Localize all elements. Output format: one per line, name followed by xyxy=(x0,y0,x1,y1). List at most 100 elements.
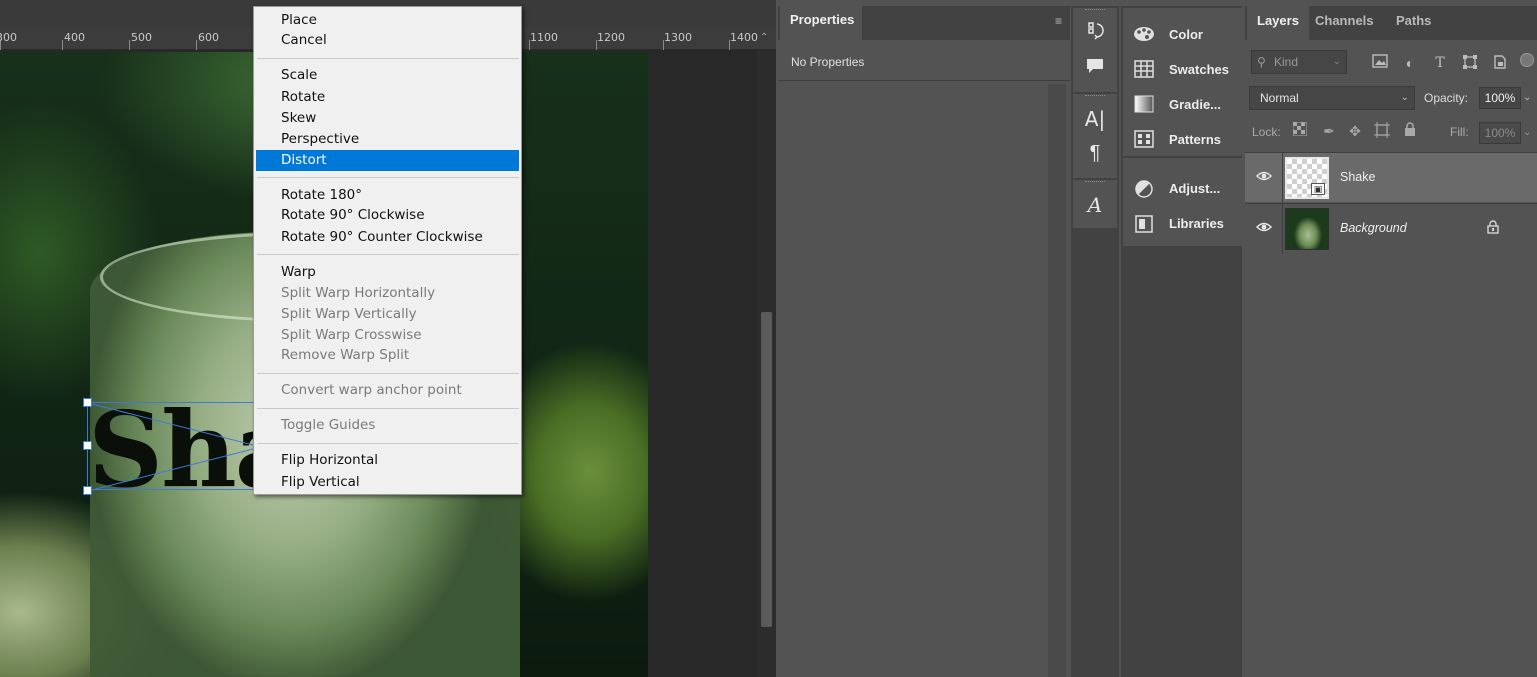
layer-name[interactable]: Shake xyxy=(1340,170,1375,184)
transform-handle-middle-left[interactable] xyxy=(83,441,92,450)
visibility-eye-icon[interactable] xyxy=(1255,170,1273,184)
tab-layers[interactable]: Layers xyxy=(1247,6,1309,40)
transform-handle-top-left[interactable] xyxy=(83,398,92,407)
ruler-label: 1300 xyxy=(664,31,692,44)
menu-item-flip-vertical[interactable]: Flip Vertical xyxy=(256,472,519,493)
menu-item-rotate-180[interactable]: Rotate 180° xyxy=(256,185,519,206)
menu-item-split-warp-vertically: Split Warp Vertically xyxy=(281,306,417,322)
fill-input[interactable]: 100% xyxy=(1479,122,1521,144)
properties-scrollbar[interactable] xyxy=(1048,84,1066,677)
layer-thumbnail[interactable]: ▣ xyxy=(1285,157,1329,199)
divider xyxy=(778,80,1070,81)
layer-thumbnail[interactable] xyxy=(1285,208,1329,250)
layer-name[interactable]: Background xyxy=(1340,221,1407,235)
panel-button-swatches[interactable]: Swatches xyxy=(1123,53,1242,87)
panel-button-color[interactable]: Color xyxy=(1123,18,1242,52)
palette-icon xyxy=(1133,25,1155,45)
panel-button-gradients[interactable]: Gradie... xyxy=(1123,88,1242,122)
menu-separator xyxy=(257,177,519,178)
menu-separator xyxy=(257,254,519,255)
glyphs-icon[interactable]: A xyxy=(1083,192,1107,218)
smart-object-filter-icon[interactable] xyxy=(1491,54,1509,72)
ruler-label: 1400 xyxy=(730,31,758,44)
menu-item-rotate[interactable]: Rotate xyxy=(256,87,519,108)
blend-mode-select[interactable]: Normal ⌄ xyxy=(1249,86,1415,110)
properties-tab-bar: Properties ≡ xyxy=(778,6,1070,40)
panel-menu-icon[interactable]: ≡ xyxy=(1055,14,1062,28)
lock-position-icon[interactable]: ✥ xyxy=(1346,122,1364,140)
menu-item-flip-horizontal[interactable]: Flip Horizontal xyxy=(256,450,519,471)
ruler-label: 400 xyxy=(64,31,85,44)
visibility-eye-icon[interactable] xyxy=(1255,221,1273,235)
lock-transparent-pixels-icon[interactable] xyxy=(1291,121,1309,140)
opacity-dropdown-icon[interactable]: ⌄ xyxy=(1523,87,1537,109)
panel-button-libraries[interactable]: Libraries xyxy=(1123,207,1242,241)
menu-item-skew[interactable]: Skew xyxy=(256,108,519,129)
filter-toggle-switch[interactable] xyxy=(1520,53,1534,67)
grip-icon[interactable] xyxy=(1085,95,1105,98)
tab-paths[interactable]: Paths xyxy=(1386,6,1441,40)
lock-icon[interactable] xyxy=(1485,220,1501,236)
lock-label: Lock: xyxy=(1252,125,1281,139)
panel-label: Color xyxy=(1169,27,1203,42)
type-filter-icon[interactable]: T xyxy=(1431,54,1449,72)
history-icon[interactable] xyxy=(1083,20,1107,46)
icon-group: A| ¶ xyxy=(1073,94,1117,178)
ruler-tick xyxy=(129,40,130,50)
panel-button-adjustments[interactable]: Adjust... xyxy=(1123,172,1242,206)
menu-item-distort[interactable]: Distort xyxy=(256,150,519,171)
grip-icon[interactable] xyxy=(1085,181,1105,184)
gradient-icon xyxy=(1133,95,1155,115)
collapsed-panels-column: Color Swatches Gradie... Patterns Adjust… xyxy=(1121,6,1242,677)
tab-channels[interactable]: Channels xyxy=(1305,6,1384,40)
image-filter-icon[interactable] xyxy=(1371,54,1389,72)
panel-label: Gradie... xyxy=(1169,97,1222,112)
layer-row-shake[interactable]: ▣ Shake xyxy=(1245,152,1537,203)
ruler-label: 500 xyxy=(131,31,152,44)
menu-item-cancel[interactable]: Cancel xyxy=(256,30,519,51)
opacity-input[interactable]: 100% xyxy=(1479,87,1521,109)
menu-item-place[interactable]: Place xyxy=(256,10,519,31)
menu-separator xyxy=(257,443,519,444)
patterns-icon xyxy=(1133,130,1155,150)
chevron-up-icon[interactable]: ⌃ xyxy=(760,32,772,44)
fill-dropdown-icon[interactable]: ⌄ xyxy=(1523,122,1537,144)
menu-item-scale[interactable]: Scale xyxy=(256,65,519,86)
lock-image-pixels-icon[interactable]: ✒ xyxy=(1320,122,1338,140)
layer-row-background[interactable]: Background xyxy=(1245,203,1537,254)
kind-label: Kind xyxy=(1274,55,1299,69)
menu-separator xyxy=(257,58,519,59)
ruler-label: 600 xyxy=(198,31,219,44)
comment-icon[interactable] xyxy=(1083,56,1107,82)
transform-handle-bottom-left[interactable] xyxy=(83,486,92,495)
fill-label: Fill: xyxy=(1450,125,1469,139)
menu-separator xyxy=(257,408,519,409)
layers-panel: Layers Channels Paths ⚲ Kind ⌄ ◐ T Norma… xyxy=(1245,6,1537,677)
adjustment-filter-icon[interactable]: ◐ xyxy=(1401,54,1419,72)
icon-group: A xyxy=(1073,180,1117,228)
panel-group: Color Swatches Gradie... Patterns xyxy=(1123,8,1242,156)
layer-filter-kind-select[interactable]: ⚲ Kind ⌄ xyxy=(1251,50,1347,74)
ruler-tick xyxy=(62,40,63,50)
paragraph-icon[interactable]: ¶ xyxy=(1083,140,1107,166)
chevron-down-icon: ⌄ xyxy=(1400,92,1409,103)
menu-item-rotate-90-ccw[interactable]: Rotate 90° Counter Clockwise xyxy=(256,227,519,248)
opacity-label: Opacity: xyxy=(1424,91,1469,105)
panel-label: Libraries xyxy=(1169,216,1224,231)
grip-icon[interactable] xyxy=(1085,9,1105,12)
menu-item-perspective[interactable]: Perspective xyxy=(256,129,519,150)
scrollbar-thumb[interactable] xyxy=(761,312,772,627)
menu-item-rotate-90-cw[interactable]: Rotate 90° Clockwise xyxy=(256,205,519,226)
menu-item-warp[interactable]: Warp xyxy=(256,262,519,283)
lock-all-icon[interactable] xyxy=(1401,122,1419,140)
character-icon[interactable]: A| xyxy=(1083,106,1107,132)
ruler-label: 300 xyxy=(0,31,17,44)
shape-filter-icon[interactable] xyxy=(1461,54,1479,72)
panel-button-patterns[interactable]: Patterns xyxy=(1123,123,1242,157)
vertical-scrollbar[interactable] xyxy=(757,50,776,677)
panel-label: Swatches xyxy=(1169,62,1229,77)
tab-properties[interactable]: Properties xyxy=(780,6,862,40)
lock-artboard-icon[interactable] xyxy=(1373,122,1391,140)
menu-item-split-warp-horizontally: Split Warp Horizontally xyxy=(281,285,436,301)
menu-item-toggle-guides: Toggle Guides xyxy=(281,417,376,433)
